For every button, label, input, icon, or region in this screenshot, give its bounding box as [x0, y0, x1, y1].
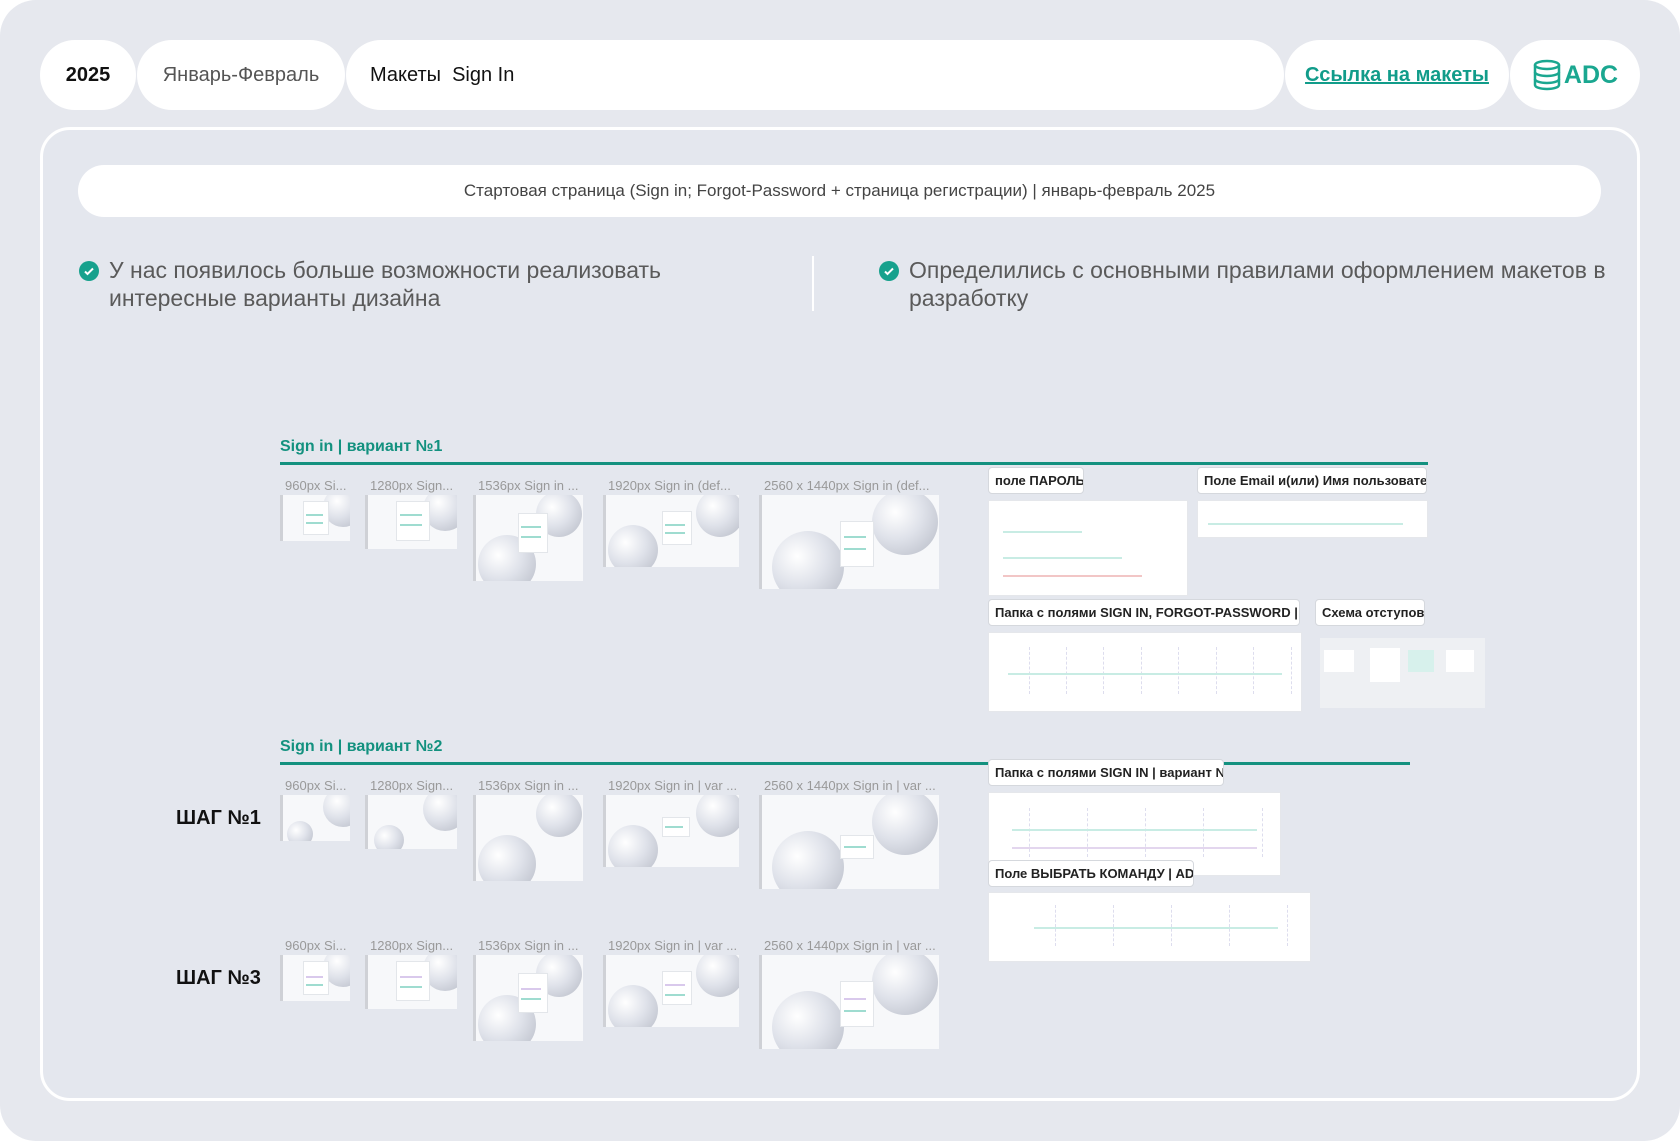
thumb-label: 1536px Sign in ... — [478, 938, 579, 953]
mockup-thumbnail[interactable] — [280, 955, 350, 1001]
frame-label[interactable]: Поле Email и(или) Имя пользовате... — [1197, 467, 1427, 494]
thumb-label: 2560 x 1440px Sign in | var ... — [764, 938, 936, 953]
title-pill: Макеты Sign In — [346, 40, 1284, 110]
thumb-label: 960px Si... — [285, 478, 347, 493]
frame-preview[interactable] — [988, 632, 1302, 712]
bullet-text: У нас появилось больше возможности реали… — [109, 257, 662, 311]
step-label: ШАГ №3 — [176, 967, 261, 989]
bullet-divider — [812, 256, 814, 311]
subtitle-text: Стартовая страница (Sign in; Forgot-Pass… — [463, 181, 1216, 200]
bullet-item: У нас появилось больше возможности реали… — [79, 256, 709, 312]
check-circle-icon — [79, 261, 99, 281]
variant2-underline — [280, 762, 1410, 765]
frame-label[interactable]: поле ПАРОЛЬ — [988, 467, 1084, 494]
step-label: ШАГ №1 — [176, 807, 261, 829]
thumb-label: 1536px Sign in ... — [478, 478, 579, 493]
year-pill: 2025 — [40, 40, 136, 110]
variant2-title: Sign in | вариант №2 — [280, 738, 443, 755]
mockups-link[interactable]: Ссылка на макеты — [1285, 40, 1509, 110]
thumb-label: 1920px Sign in (def... — [608, 478, 731, 493]
frame-label[interactable]: Поле ВЫБРАТЬ КОМАНДУ | ADC — [988, 860, 1194, 887]
variant1-title: Sign in | вариант №1 — [280, 438, 443, 455]
frame-preview[interactable] — [988, 892, 1311, 962]
mockup-thumbnail[interactable] — [759, 795, 939, 889]
mockup-thumbnail[interactable] — [280, 795, 350, 841]
frame-label[interactable]: Папка с полями SIGN IN, FORGOT-PASSWORD … — [988, 599, 1300, 626]
mockups-link-label[interactable]: Ссылка на макеты — [1305, 64, 1489, 87]
bullet-text: Определились с основными правилами оформ… — [909, 257, 1606, 311]
check-circle-icon — [879, 261, 899, 281]
logo-text: ADC — [1563, 60, 1619, 89]
thumb-label: 1920px Sign in | var ... — [608, 938, 738, 953]
slide-canvas: 2025 Январь-Февраль Макеты Sign In Ссылк… — [0, 0, 1680, 1141]
section-subtitle: Стартовая страница (Sign in; Forgot-Pass… — [78, 165, 1601, 217]
variant1-underline — [280, 462, 1428, 465]
frame-label[interactable]: Папка с полями SIGN IN | вариант №2 — [988, 759, 1224, 786]
bullet-item: Определились с основными правилами оформ… — [879, 256, 1619, 312]
thumb-label: 1536px Sign in ... — [478, 778, 579, 793]
thumb-label: 2560 x 1440px Sign in | var ... — [764, 778, 936, 793]
frame-preview[interactable] — [1320, 638, 1485, 708]
mockup-thumbnail[interactable] — [603, 795, 739, 867]
thumb-label: 960px Si... — [285, 778, 347, 793]
thumb-label: 1920px Sign in | var ... — [608, 778, 738, 793]
thumb-label: 1280px Sign... — [370, 778, 454, 793]
period-label: Январь-Февраль — [162, 63, 320, 86]
database-icon — [1533, 59, 1561, 91]
mockup-thumbnail[interactable] — [365, 495, 457, 549]
mockup-thumbnail[interactable] — [759, 955, 939, 1049]
frame-label[interactable]: Схема отступов — [1315, 599, 1425, 626]
mockup-thumbnail[interactable] — [759, 495, 939, 589]
thumb-label: 1280px Sign... — [370, 478, 454, 493]
mockup-thumbnail[interactable] — [473, 955, 583, 1041]
mockup-thumbnail[interactable] — [280, 495, 350, 541]
frame-preview[interactable] — [1197, 500, 1428, 538]
frame-preview[interactable] — [988, 500, 1188, 596]
mockup-thumbnail[interactable] — [365, 955, 457, 1009]
thumb-label: 2560 x 1440px Sign in (def... — [764, 478, 930, 493]
mockup-thumbnail[interactable] — [365, 795, 457, 849]
mockup-thumbnail[interactable] — [473, 495, 583, 581]
page-title: Макеты Sign In — [370, 63, 515, 86]
mockup-thumbnail[interactable] — [603, 955, 739, 1027]
mockup-thumbnail[interactable] — [473, 795, 583, 881]
period-pill: Январь-Февраль — [137, 40, 345, 110]
year-label: 2025 — [65, 63, 111, 86]
logo: ADC — [1510, 40, 1640, 110]
mockup-thumbnail[interactable] — [603, 495, 739, 567]
thumb-label: 960px Si... — [285, 938, 347, 953]
thumb-label: 1280px Sign... — [370, 938, 454, 953]
